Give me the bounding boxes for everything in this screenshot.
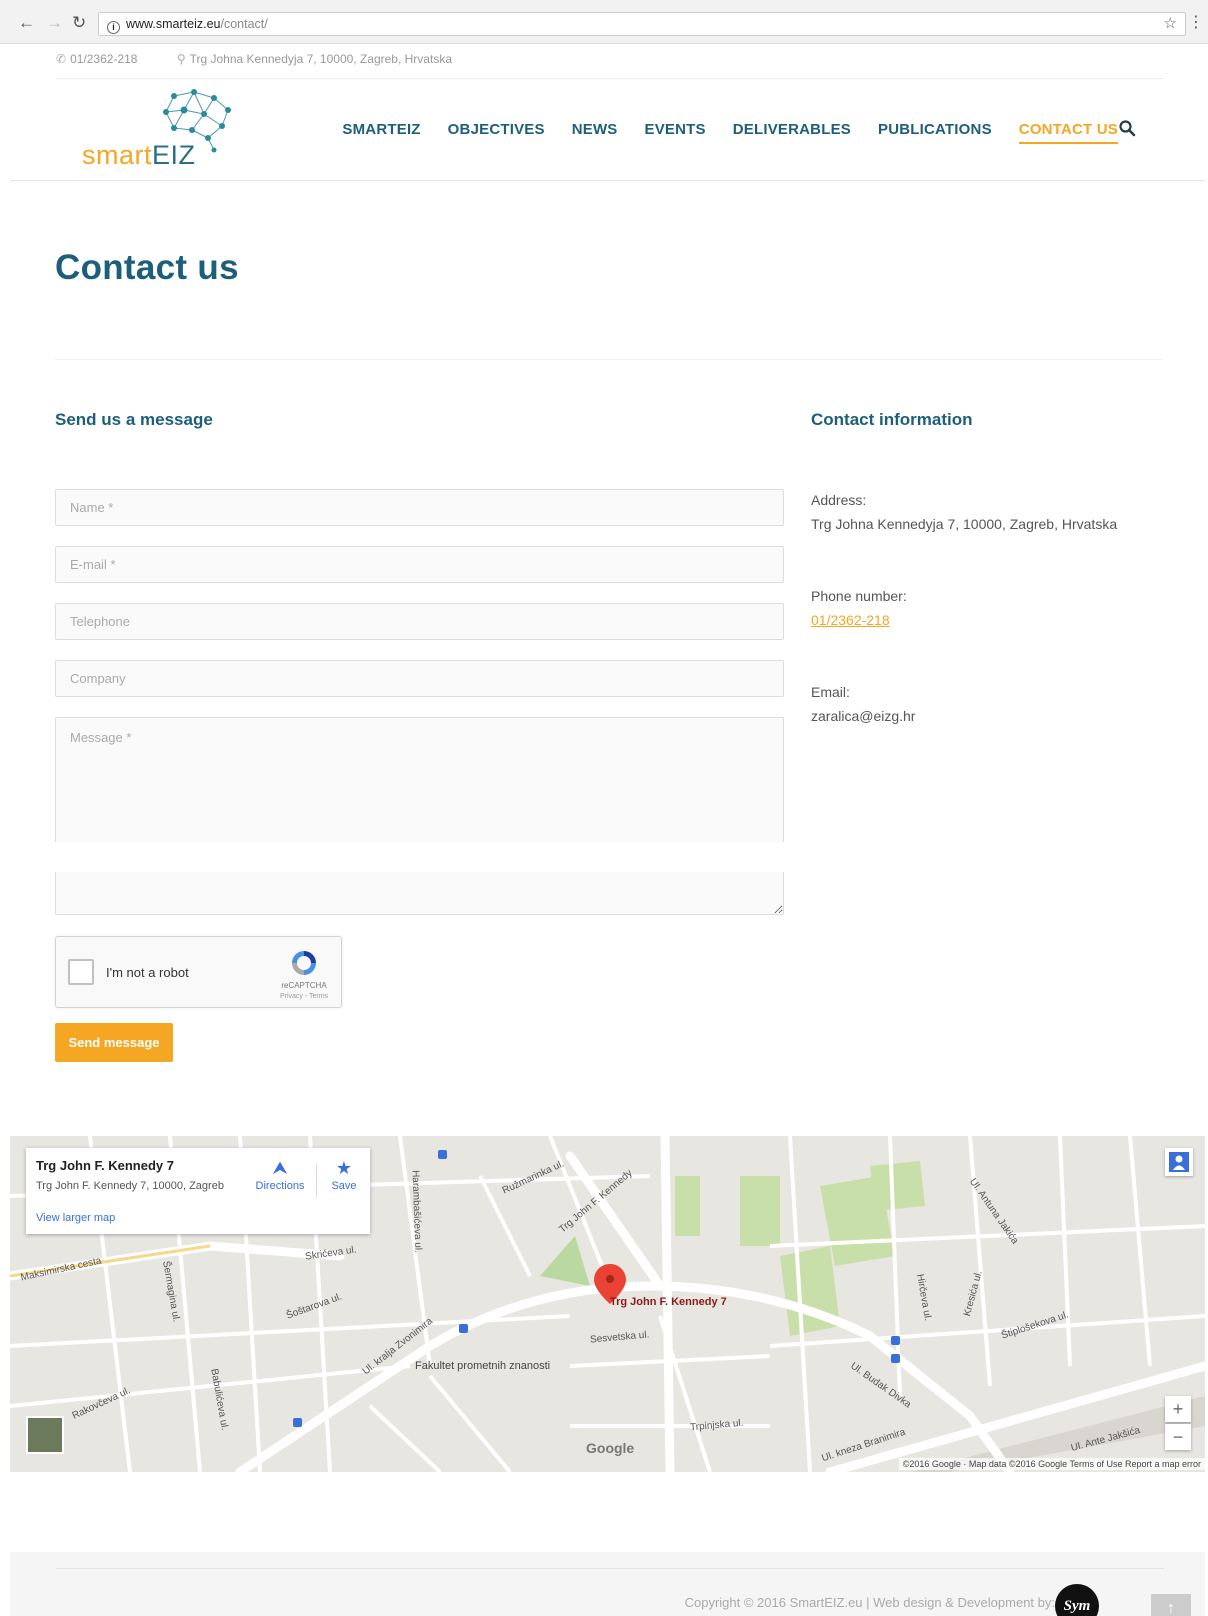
nav-contact-us[interactable]: CONTACT US [1018, 121, 1118, 144]
topbar-divider [56, 78, 1164, 79]
address-bar[interactable]: i www.smarteiz.eu/contact/ ☆ [98, 12, 1186, 36]
email-value: zaralica@eizg.hr [811, 708, 916, 724]
forward-arrow-icon[interactable]: → [46, 13, 63, 33]
google-logo: Google [586, 1440, 635, 1456]
recaptcha-label: I'm not a robot [106, 965, 189, 980]
recaptcha-checkbox[interactable] [68, 959, 94, 985]
topbar: ✆ 01/2362-218 ⚲ Trg Johna Kennedyja 7, 100… [56, 52, 488, 66]
phone-icon: ✆ [56, 52, 67, 66]
browser-menu-icon[interactable]: ⋮ [1188, 12, 1204, 32]
header-divider [10, 180, 1205, 181]
url-host: www.smarteiz.eu [126, 17, 221, 31]
zoom-in-button[interactable]: + [1165, 1396, 1191, 1422]
recaptcha-brand: reCAPTCHA [281, 981, 327, 990]
nav-smarteiz[interactable]: SMARTEIZ [342, 121, 420, 144]
back-to-top-button[interactable]: ↑ [1151, 1594, 1191, 1616]
site-logo[interactable]: smartEIZ [82, 88, 252, 174]
nav-events[interactable]: EVENTS [645, 121, 706, 144]
site-footer: Copyright © 2016 SmartEIZ.eu | Web desig… [10, 1552, 1205, 1616]
topbar-phone[interactable]: 01/2362-218 [70, 52, 137, 66]
main-nav: SMARTEIZ OBJECTIVES NEWS EVENTS DELIVERA… [315, 121, 1118, 144]
telephone-input[interactable] [55, 603, 784, 640]
send-message-button[interactable]: Send message [55, 1023, 173, 1062]
page-title: Contact us [55, 248, 239, 287]
info-icon[interactable]: i [107, 21, 120, 34]
developer-logo[interactable]: Sym [1055, 1584, 1099, 1616]
map-poi-label: Fakultet prometnih znanosti [415, 1360, 551, 1372]
embedded-map[interactable]: Trg John F. Kennedy 7 Ružmarinka ul. Trg… [10, 1136, 1205, 1472]
browser-chrome: ← → ↻ i www.smarteiz.eu/contact/ ☆ ⋮ [0, 0, 1208, 44]
company-input[interactable] [55, 660, 784, 697]
footer-copyright: Copyright © 2016 SmartEIZ.eu | Web desig… [684, 1595, 1055, 1610]
zoom-out-button[interactable]: − [1165, 1424, 1191, 1450]
url-path: /contact/ [220, 17, 268, 31]
phone-link[interactable]: 01/2362-218 [811, 612, 890, 628]
nav-objectives[interactable]: OBJECTIVES [448, 121, 545, 144]
address-value: Trg Johna Kennedyja 7, 10000, Zagreb, Hr… [811, 516, 1118, 532]
nav-news[interactable]: NEWS [572, 121, 618, 144]
map-marker-icon: ⚲ [176, 52, 186, 66]
topbar-address: Trg Johna Kennedyja 7, 10000, Zagreb, Hr… [189, 52, 452, 66]
message-textarea[interactable] [55, 717, 784, 915]
recaptcha-terms[interactable]: Privacy - Terms [278, 993, 330, 1000]
map-pin-label: Trg John F. Kennedy 7 [610, 1296, 727, 1308]
star-icon: ★ [335, 1158, 353, 1178]
map-place-title: Trg John F. Kennedy 7 [36, 1158, 174, 1173]
contact-info-title: Contact information [811, 410, 973, 429]
nav-deliverables[interactable]: DELIVERABLES [733, 121, 851, 144]
satellite-toggle-thumbnail[interactable] [26, 1416, 64, 1454]
address-label: Address: [811, 492, 867, 508]
email-input[interactable] [55, 546, 784, 583]
title-divider [55, 359, 1163, 360]
logo-text: smartEIZ [82, 140, 196, 170]
view-larger-map-link[interactable]: View larger map [36, 1212, 115, 1224]
search-icon[interactable] [1118, 119, 1136, 137]
render-gap [52, 842, 1208, 872]
map-info-card: Trg John F. Kennedy 7 Trg John F. Kenned… [26, 1148, 370, 1234]
bookmark-star-icon[interactable]: ☆ [1164, 13, 1177, 35]
save-place-button[interactable]: ★ Save [314, 1156, 374, 1192]
email-label: Email: [811, 684, 850, 700]
back-arrow-icon[interactable]: ← [18, 13, 35, 33]
directions-icon: ⮝ [272, 1158, 288, 1178]
form-title: Send us a message [55, 410, 213, 429]
directions-button[interactable]: ⮝ Directions [250, 1156, 310, 1192]
map-place-address: Trg John F. Kennedy 7, 10000, Zagreb [36, 1180, 224, 1192]
street-view-pegman-icon[interactable] [1165, 1148, 1193, 1176]
phone-label: Phone number: [811, 588, 907, 604]
name-input[interactable] [55, 489, 784, 526]
recaptcha-icon [292, 951, 316, 975]
reload-icon[interactable]: ↻ [72, 13, 86, 33]
footer-divider [56, 1568, 1164, 1569]
recaptcha-widget: I'm not a robot reCAPTCHA Privacy - Term… [55, 936, 342, 1008]
map-attribution[interactable]: ©2016 Google · Map data ©2016 Google Ter… [898, 1458, 1205, 1470]
nav-publications[interactable]: PUBLICATIONS [878, 121, 992, 144]
